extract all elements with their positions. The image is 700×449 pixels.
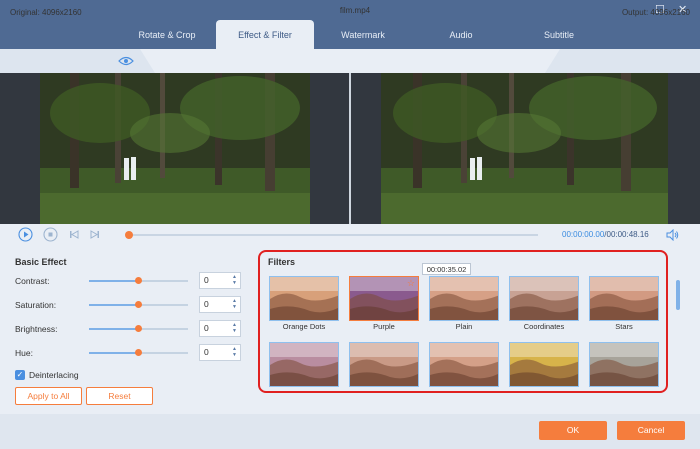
contrast-stepper[interactable]: ▲ ▼ [232,274,237,286]
basic-effect-title: Basic Effect [15,257,67,267]
filter-thumbnail[interactable] [509,276,579,321]
filter-thumbnail[interactable] [509,342,579,387]
play-icon[interactable] [18,227,33,242]
eye-icon[interactable] [118,56,134,66]
saturation-slider-handle[interactable] [134,301,142,308]
file-name: film.mp4 [339,6,371,15]
saturation-row: Saturation: 0 ▲ ▼ [15,296,245,313]
brightness-value: 0 [204,323,209,333]
info-bar-shape [0,49,700,73]
reset-button[interactable]: Reset [86,387,153,405]
output-resolution: Output: 4096x2160 [621,8,690,17]
filter-label: Purple [373,322,395,331]
tab-watermark[interactable]: Watermark [314,20,412,49]
saturation-label: Saturation: [15,300,57,310]
brightness-label: Brightness: [15,324,58,334]
tabs: Rotate & Crop Effect & Filter Watermark … [118,20,608,49]
tab-effect-filter[interactable]: Effect & Filter [216,20,314,49]
cancel-button[interactable]: Cancel [617,421,685,440]
contrast-slider[interactable] [89,277,188,284]
saturation-stepper[interactable]: ▲ ▼ [232,298,237,310]
filters-scrollbar[interactable] [676,280,680,310]
filter-thumbnail[interactable] [429,342,499,387]
time-readout: 00:00:00.00/00:00:48.16 [562,230,649,239]
saturation-input[interactable]: 0 ▲ ▼ [199,296,241,313]
filter-tooltip: 00:00:35.02 [422,263,471,275]
previous-frame-icon[interactable] [67,227,82,242]
contrast-value: 0 [204,275,209,285]
hue-slider-handle[interactable] [134,349,142,356]
filter-label: Orange Dots [282,322,326,331]
filter-thumbnail[interactable]: ☆ [349,276,419,321]
filters-title: Filters [268,257,296,267]
preview-divider [349,73,351,224]
filter-thumbnail[interactable] [589,342,659,387]
brightness-row: Brightness: 0 ▲ ▼ [15,320,245,337]
basic-effect-panel: Basic Effect Contrast: 0 ▲ ▼ Saturation: 0… [0,246,255,414]
favorite-star-icon[interactable]: ☆ [407,278,415,289]
brightness-slider-handle[interactable] [134,325,142,332]
contrast-label: Contrast: [15,276,50,286]
original-video-frame [40,73,310,224]
brightness-slider[interactable] [89,325,188,332]
hue-label: Hue: [15,348,33,358]
current-time: 00:00:00.00 [562,230,605,239]
progress-handle[interactable] [125,231,133,239]
saturation-slider[interactable] [89,301,188,308]
filter-label: Coordinates [523,322,565,331]
contrast-slider-handle[interactable] [134,277,142,284]
filter-thumbnail[interactable] [269,342,339,387]
tab-audio[interactable]: Audio [412,20,510,49]
progress-track[interactable] [129,234,538,236]
contrast-input[interactable]: 0 ▲ ▼ [199,272,241,289]
deinterlacing-checkbox[interactable]: ✓ [15,370,25,380]
filter-thumbnail[interactable] [349,342,419,387]
deinterlacing-label: Deinterlacing [29,370,79,380]
output-video-frame [381,73,668,224]
hue-input[interactable]: 0 ▲ ▼ [199,344,241,361]
playback-bar: 00:00:00.00/00:00:48.16 [0,224,700,246]
total-time: /00:00:48.16 [604,230,649,239]
brightness-stepper[interactable]: ▲ ▼ [232,322,237,334]
hue-stepper[interactable]: ▲ ▼ [232,346,237,358]
filter-thumbnail[interactable] [429,276,499,321]
next-frame-icon[interactable] [87,227,102,242]
ok-button[interactable]: OK [539,421,607,440]
brightness-input[interactable]: 0 ▲ ▼ [199,320,241,337]
tab-subtitle[interactable]: Subtitle [510,20,608,49]
contrast-row: Contrast: 0 ▲ ▼ [15,272,245,289]
stop-icon[interactable] [43,227,58,242]
hue-slider[interactable] [89,349,188,356]
filter-thumbnail[interactable] [589,276,659,321]
volume-icon[interactable] [666,229,679,241]
filter-label: Plain [455,322,473,331]
apply-to-all-button[interactable]: Apply to All [15,387,82,405]
hue-row: Hue: 0 ▲ ▼ [15,344,245,361]
video-preview-area [0,73,700,224]
saturation-value: 0 [204,299,209,309]
filter-thumbnail[interactable] [269,276,339,321]
filter-label: Stars [615,322,633,331]
hue-value: 0 [204,347,209,357]
tab-rotate-crop[interactable]: Rotate & Crop [118,20,216,49]
